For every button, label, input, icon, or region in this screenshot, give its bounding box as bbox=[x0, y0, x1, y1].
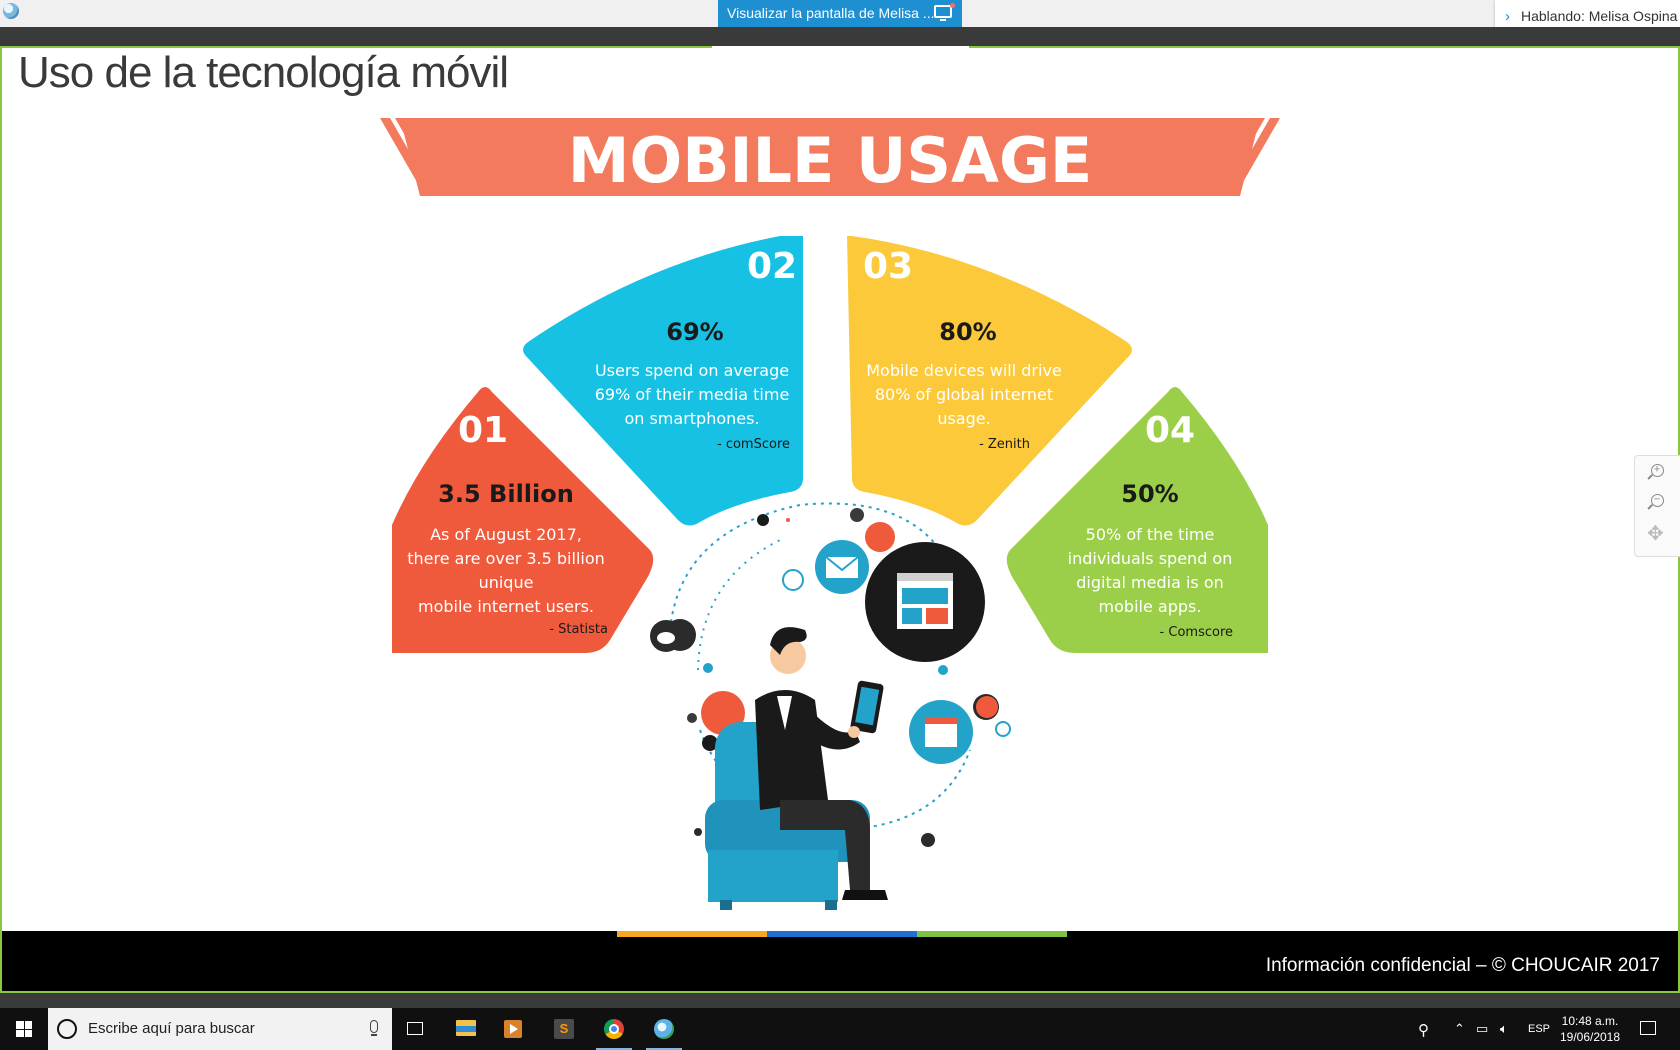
banner: MOBILE USAGE bbox=[380, 118, 1280, 197]
windows-taskbar: Escribe aquí para buscar S ⚲ ⌃ ▭ 🔈︎ ESP … bbox=[0, 1008, 1680, 1050]
volume-icon[interactable]: 🔈︎ bbox=[1500, 1021, 1508, 1037]
file-explorer-button[interactable] bbox=[442, 1008, 490, 1050]
card-headline: 69% bbox=[666, 318, 723, 346]
screen-share-bar: Visualizar la pantalla de Melisa ... bbox=[0, 0, 1680, 27]
card-text-line: there are over 3.5 billion bbox=[407, 549, 605, 568]
clock[interactable]: 10:48 a.m. 19/06/2018 bbox=[1555, 1013, 1625, 1045]
footer-copyright: Información confidencial – © CHOUCAIR 20… bbox=[1265, 955, 1660, 976]
card-text-line: unique bbox=[479, 573, 534, 592]
app-logo-icon bbox=[3, 3, 19, 19]
slide-footer: Información confidencial – © CHOUCAIR 20… bbox=[2, 931, 1678, 993]
media-player-icon bbox=[504, 1020, 522, 1038]
slide-accent-line bbox=[969, 46, 1680, 48]
zoom-out-button[interactable]: − bbox=[1647, 494, 1669, 516]
language-indicator[interactable]: ESP bbox=[1528, 1023, 1550, 1035]
screen-share-label: Visualizar la pantalla de Melisa ... bbox=[727, 5, 935, 21]
card-source: - comScore bbox=[717, 437, 790, 452]
card-text-line: usage. bbox=[937, 409, 990, 428]
zoom-handle bbox=[1647, 474, 1653, 480]
card-text-line: As of August 2017, bbox=[430, 525, 582, 544]
viewer-frame-bottom bbox=[0, 993, 1680, 1008]
card-text-line: 80% of global internet bbox=[875, 385, 1053, 404]
start-button[interactable] bbox=[0, 1008, 48, 1050]
folder-icon bbox=[456, 1020, 476, 1036]
card-text-line: Mobile devices will drive bbox=[866, 361, 1062, 380]
people-icon[interactable]: ⚲ bbox=[1418, 1021, 1429, 1039]
cortana-icon[interactable] bbox=[57, 1019, 77, 1039]
card-text-line: mobile apps. bbox=[1099, 597, 1202, 616]
pan-move-icon[interactable]: ✥ bbox=[1647, 524, 1664, 544]
card-text-line: digital media is on bbox=[1076, 573, 1224, 592]
card-headline: 50% bbox=[1121, 480, 1178, 508]
chrome-icon bbox=[604, 1019, 624, 1039]
man-with-phone-illustration bbox=[650, 502, 1011, 910]
card-headline: 80% bbox=[939, 318, 996, 346]
search-placeholder: Escribe aquí para buscar bbox=[88, 1020, 255, 1037]
card-text-line: Users spend on average bbox=[595, 361, 789, 380]
footer-color-stripes bbox=[617, 931, 1067, 937]
card-headline: 3.5 Billion bbox=[438, 480, 574, 508]
card-text-line: on smartphones. bbox=[624, 409, 759, 428]
sublime-text-button[interactable]: S bbox=[540, 1008, 588, 1050]
footer-stripe bbox=[767, 931, 917, 937]
card-text-line: 69% of their media time bbox=[595, 385, 790, 404]
card-text-line: 50% of the time bbox=[1086, 525, 1215, 544]
notification-center-icon[interactable] bbox=[1640, 1021, 1656, 1035]
sublime-text-icon: S bbox=[554, 1019, 574, 1039]
microphone-icon[interactable] bbox=[370, 1020, 378, 1036]
chevron-up-icon[interactable]: ⌃ bbox=[1454, 1021, 1465, 1037]
footer-stripe bbox=[617, 931, 767, 937]
screen-share-icon[interactable] bbox=[934, 3, 955, 21]
card-source: - Zenith bbox=[979, 437, 1030, 452]
plus-icon: + bbox=[1653, 463, 1661, 476]
card-number: 04 bbox=[1145, 410, 1195, 451]
task-view-icon bbox=[407, 1022, 423, 1035]
taskbar-search[interactable]: Escribe aquí para buscar bbox=[48, 1008, 392, 1050]
meeting-app-button[interactable] bbox=[640, 1008, 688, 1050]
windows-logo-icon bbox=[16, 1021, 32, 1037]
meeting-app-icon bbox=[654, 1019, 674, 1039]
mobile-usage-infographic: MOBILE USAGE 01 3.5 Billion As of August… bbox=[380, 118, 1280, 910]
card-source: - Comscore bbox=[1160, 625, 1233, 640]
slide-title: Uso de la tecnología móvil bbox=[18, 48, 509, 97]
card-number: 01 bbox=[458, 410, 508, 451]
network-icon[interactable]: ▭ bbox=[1476, 1021, 1488, 1037]
chrome-button[interactable] bbox=[590, 1008, 638, 1050]
banner-title: MOBILE USAGE bbox=[568, 124, 1092, 197]
footer-stripe bbox=[917, 931, 1067, 937]
zoom-in-button[interactable]: + bbox=[1647, 464, 1669, 486]
viewer-frame-top bbox=[0, 27, 1680, 46]
card-source: - Statista bbox=[549, 622, 608, 637]
minus-icon: − bbox=[1653, 493, 1661, 506]
card-number: 02 bbox=[747, 246, 797, 287]
task-view-button[interactable] bbox=[392, 1008, 440, 1050]
zoom-handle bbox=[1647, 504, 1653, 510]
card-number: 03 bbox=[863, 246, 913, 287]
clock-date: 19/06/2018 bbox=[1559, 1030, 1621, 1044]
card-text-line: individuals spend on bbox=[1068, 549, 1233, 568]
clock-time: 10:48 a.m. bbox=[1561, 1014, 1619, 1028]
card-text-line: mobile internet users. bbox=[418, 597, 594, 616]
zoom-controls: + − ✥ bbox=[1634, 455, 1680, 557]
screen-share-pill[interactable]: Visualizar la pantalla de Melisa ... bbox=[718, 0, 962, 27]
media-player-button[interactable] bbox=[490, 1008, 538, 1050]
